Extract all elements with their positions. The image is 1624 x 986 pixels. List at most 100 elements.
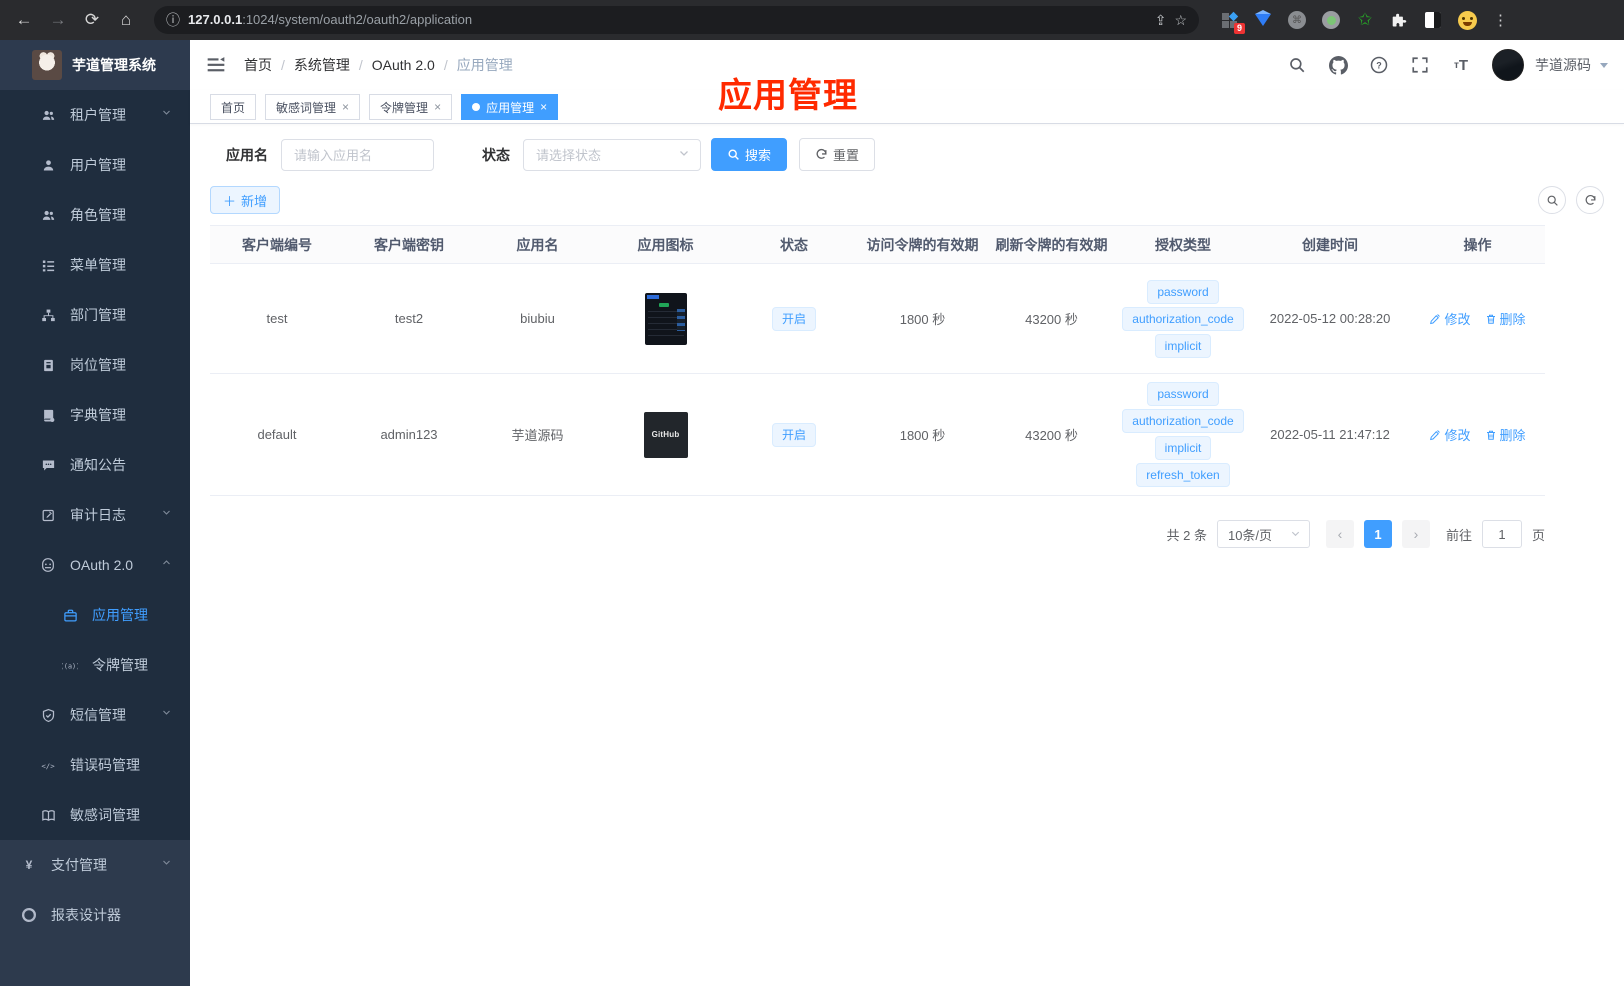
info-icon[interactable]: ⓘ [166,10,180,30]
status-badge: 开启 [771,422,816,447]
sidebar-item-通知公告[interactable]: 通知公告 [0,440,190,490]
pagination: 共 2 条 10条/页 ‹ 1 › 前往 1 页 [210,520,1545,548]
app-logo[interactable]: 芋道管理系统 [0,40,190,90]
sidebar-item-label: 敏感词管理 [70,807,140,823]
avatar[interactable] [1492,49,1524,81]
column-header-状态: 状态 [730,225,858,264]
log-icon [40,507,56,523]
grant-type-tag: authorization_code [1122,306,1244,331]
sidebar-item-OAuth 2.0[interactable]: OAuth 2.0 [0,540,190,590]
cell-app-name: 芋道源码 [474,373,601,496]
reload-icon[interactable]: ⟳ [78,6,106,34]
breadcrumb-item[interactable]: 首页 [244,55,272,75]
sidebar-item-部门管理[interactable]: 部门管理 [0,290,190,340]
sidebar-item-报表设计器[interactable]: 报表设计器 [0,890,190,940]
page-size-select[interactable]: 10条/页 [1216,520,1310,548]
sidebar-item-应用管理[interactable]: 应用管理 [0,590,190,640]
record-extension-icon[interactable] [1321,10,1341,30]
goto-page-input[interactable]: 1 [1481,520,1522,548]
contrast-icon[interactable] [1423,10,1443,30]
sidebar: 芋道管理系统 租户管理 用户管理角色管理菜单管理部门管理 岗位管理 字典管理通知公告审… [0,40,190,986]
close-icon[interactable]: × [434,100,441,114]
breadcrumb-item[interactable]: 系统管理 [294,55,350,75]
fullscreen-icon[interactable] [1410,55,1430,75]
search-icon[interactable] [1287,55,1307,75]
grant-type-tag: refresh_token [1136,463,1230,487]
page-body: 应用名 请输入应用名 状态 请选择状态 搜索 重置 ＋ 新增 客户端编号 客户端… [190,124,1624,548]
breadcrumb-item[interactable]: OAuth 2.0 [372,57,435,73]
github-icon[interactable] [1328,55,1348,75]
help-icon[interactable]: ? [1369,55,1389,75]
extension-grid-icon[interactable]: 9 [1219,10,1245,34]
status-select[interactable]: 请选择状态 [523,138,701,171]
github-dark-thumb: GitHub [643,411,688,458]
current-page-button[interactable]: 1 [1363,520,1392,548]
puzzle-icon[interactable] [1389,10,1409,30]
mini-search-icon[interactable] [1538,186,1566,214]
edit-button[interactable]: 修改 [1429,425,1471,444]
tab-label: 应用管理 [486,100,535,115]
sidebar-item-令牌管理[interactable]: ((a)) 令牌管理 [0,640,190,690]
delete-button[interactable]: 删除 [1485,309,1526,328]
green-star-icon[interactable]: ✩ [1355,10,1375,30]
edit-button[interactable]: 修改 [1429,309,1471,328]
emoji-icon[interactable] [1457,10,1477,30]
sidebar-item-用户管理[interactable]: 用户管理 [0,140,190,190]
sidebar-item-岗位管理[interactable]: 岗位管理 [0,340,190,390]
dict-icon [40,407,56,423]
svg-text:?: ? [1376,60,1382,70]
app-name-input[interactable]: 请输入应用名 [281,138,434,171]
main-content: 首页 / 系统管理 / OAuth 2.0/应用管理 ? тT 芋道源码 首页 敏感词管理… [190,40,1624,986]
chevron-down-icon[interactable] [1600,62,1608,68]
url-host: 127.0.0.1 [188,12,243,27]
sidebar-item-label: 支付管理 [51,857,107,873]
column-header-刷新令牌的有效期: 刷新令牌的有效期 [987,225,1116,264]
add-button[interactable]: ＋ 新增 [210,186,281,214]
sidebar-item-label: 通知公告 [70,457,126,473]
cell-status: 开启 [730,263,858,374]
sidebar-item-短信管理[interactable]: 短信管理 [0,690,190,740]
sidebar-item-label: 角色管理 [70,207,126,223]
chevron-down-icon [162,108,170,116]
tab-首页[interactable]: 首页 [210,94,257,120]
sidebar-item-错误码管理[interactable]: </> 错误码管理 [0,740,190,790]
sidebar-item-敏感词管理[interactable]: 敏感词管理 [0,790,190,840]
close-icon[interactable]: × [342,100,349,114]
refresh-icon[interactable] [1576,186,1604,214]
sidebar-item-菜单管理[interactable]: 菜单管理 [0,240,190,290]
sidebar-item-字典管理[interactable]: 字典管理 [0,390,190,440]
sidebar-item-label: 菜单管理 [70,257,126,273]
url-bar[interactable]: ⓘ 127.0.0.1:1024/system/oauth2/oauth2/ap… [154,6,1199,34]
sidebar-item-审计日志[interactable]: 审计日志 [0,490,190,540]
tab-应用管理[interactable]: 应用管理 × [461,94,559,120]
forward-icon[interactable]: → [44,6,72,34]
circle-extension-icon[interactable]: ⌘ [1287,10,1307,30]
font-size-icon[interactable]: тT [1451,55,1471,75]
hamburger-icon[interactable] [206,55,226,75]
reset-button[interactable]: 重置 [799,138,876,171]
tab-敏感词管理[interactable]: 敏感词管理 × [265,94,361,120]
breadcrumb-item: 应用管理 [456,57,513,73]
tab-令牌管理[interactable]: 令牌管理 × [369,94,453,120]
logo-image [32,50,62,80]
gem-icon[interactable] [1253,10,1273,30]
close-icon[interactable]: × [540,100,547,114]
column-header-应用名: 应用名 [474,225,601,264]
sidebar-item-角色管理[interactable]: 角色管理 [0,190,190,240]
sidebar-item-支付管理[interactable]: ¥ 支付管理 [0,840,190,890]
prev-page-button[interactable]: ‹ [1325,520,1354,548]
delete-button[interactable]: 删除 [1485,425,1526,444]
home-icon[interactable]: ⌂ [112,6,140,34]
cell-client-id: test [210,263,344,374]
share-icon[interactable]: ⇪ [1155,12,1167,29]
cell-grant-types: password authorization_code implicit [1116,263,1250,374]
sidebar-item-租户管理[interactable]: 租户管理 [0,90,190,140]
search-button[interactable]: 搜索 [711,138,788,171]
back-icon[interactable]: ← [10,6,38,34]
breadcrumb-separator: / [358,57,363,73]
star-icon[interactable]: ☆ [1174,12,1187,29]
sidebar-item-label: 应用管理 [92,607,148,623]
menu-dots-icon[interactable]: ⋮ [1491,10,1511,30]
next-page-button[interactable]: › [1401,520,1430,548]
extensions-row: 9 ⌘ ✩ ⋮ [1219,10,1511,34]
